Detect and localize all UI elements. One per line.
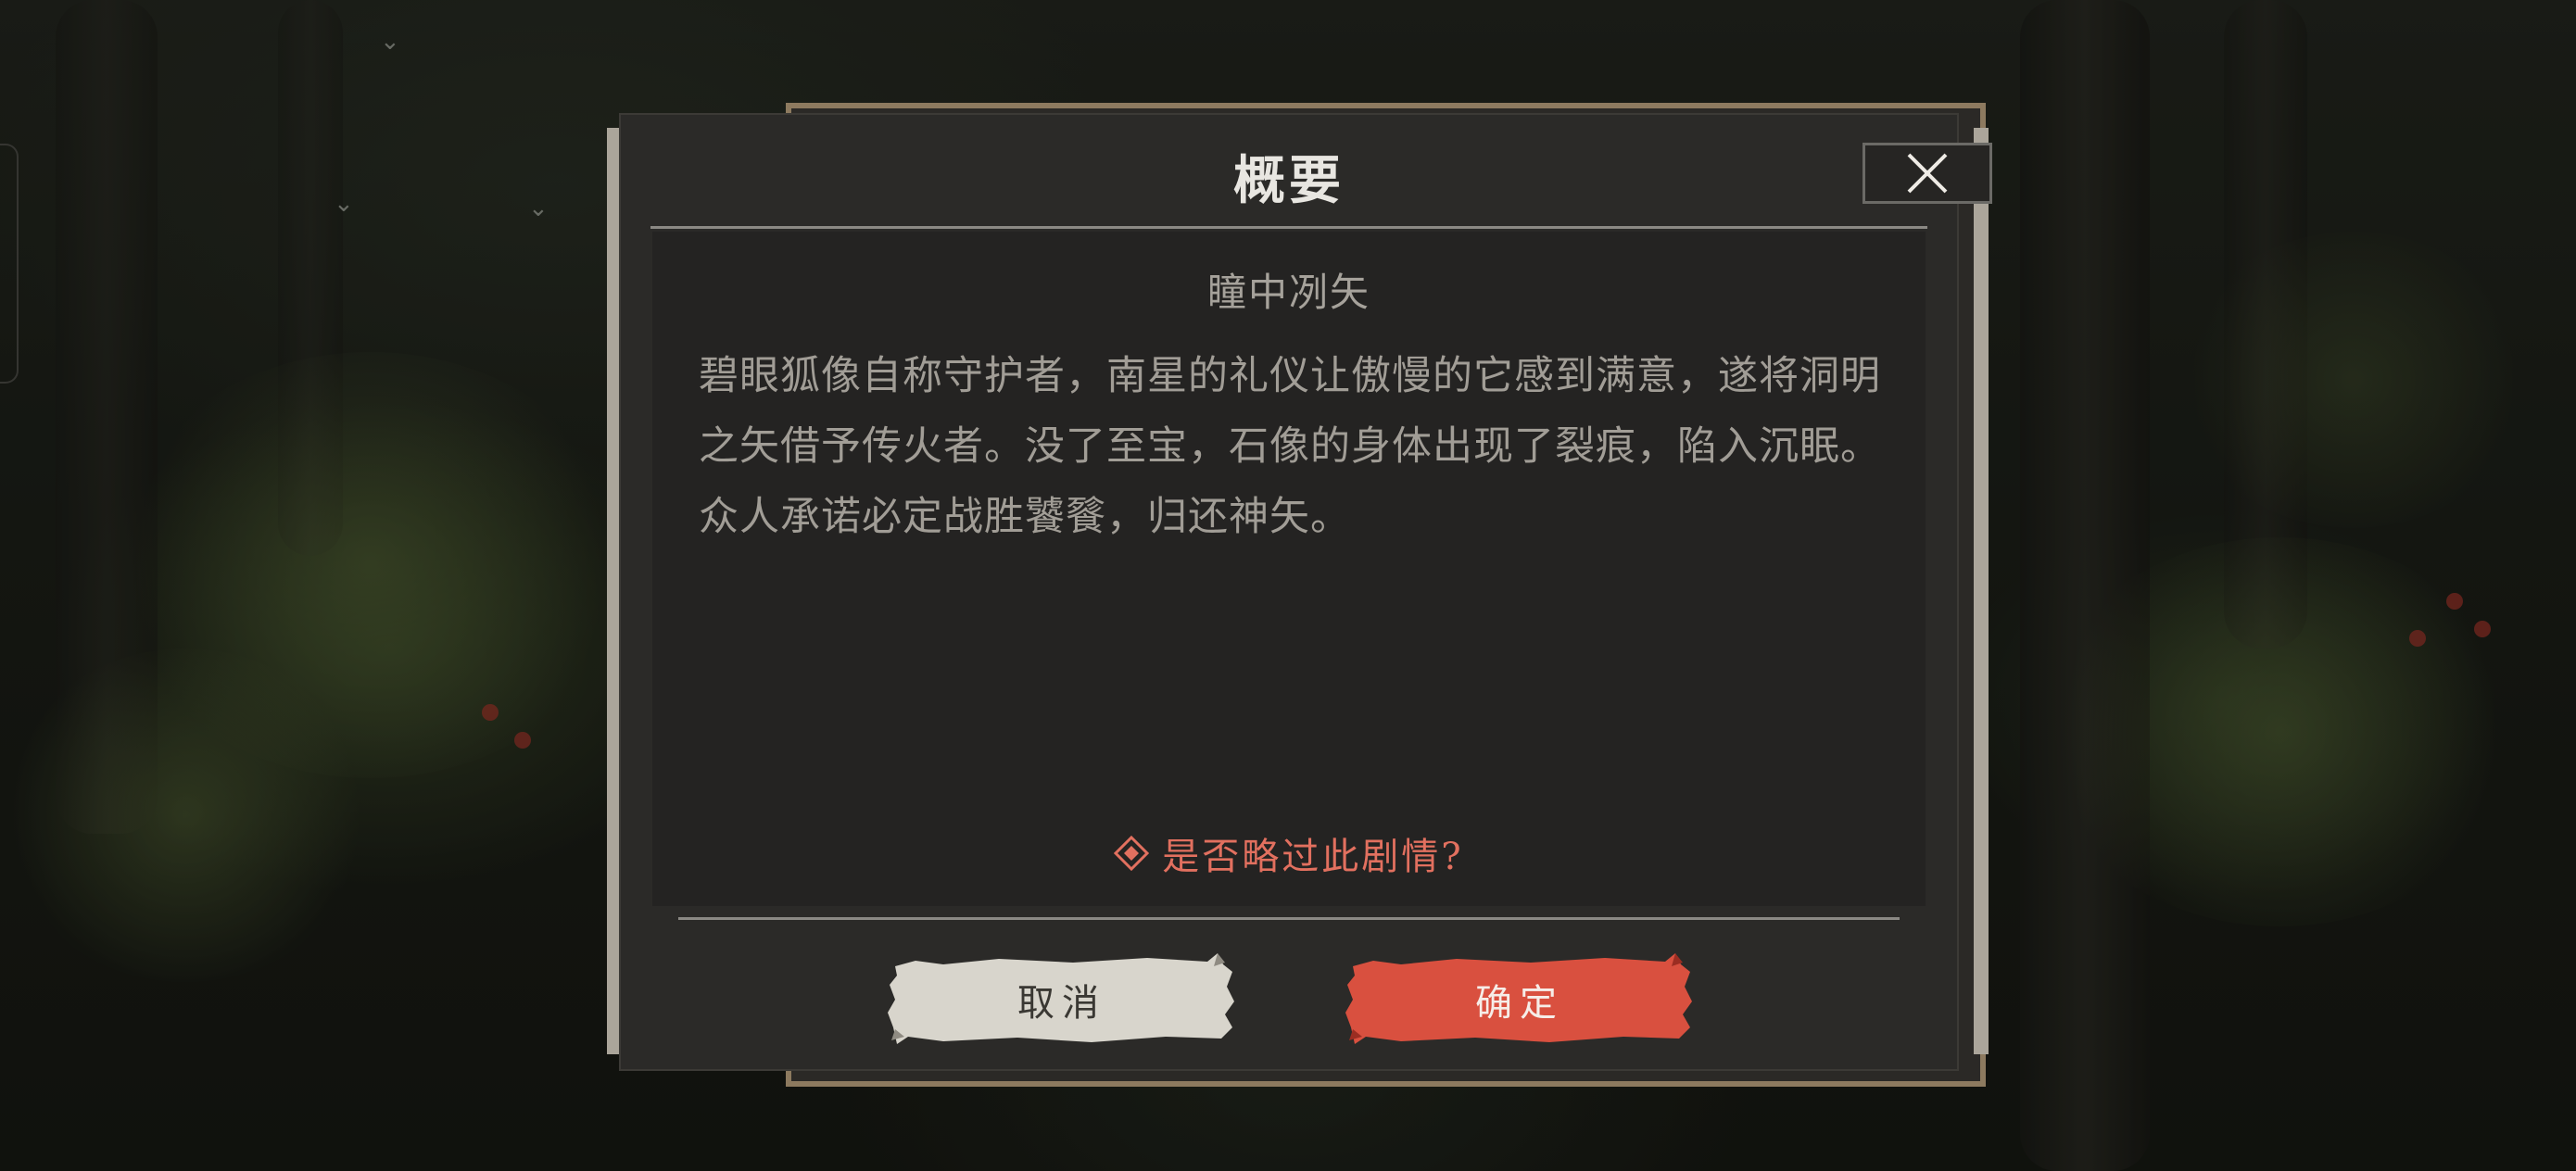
- confirm-button[interactable]: 确定: [1345, 953, 1694, 1044]
- close-button[interactable]: [1863, 143, 1992, 204]
- diamond-icon: [1114, 836, 1150, 871]
- summary-text: 碧眼狐像自称守护者，南星的礼仪让傲慢的它感到满意，遂将洞明之矢借予传火者。没了至…: [699, 353, 1881, 540]
- dialog-side-strip: [1974, 128, 1989, 1054]
- game-screen: ⌄ ⌄ ⌄ 概要 瞳中冽矢 碧眼狐像自称守护者，南星的礼仪让傲慢的它感到满意，遂…: [0, 0, 2576, 1171]
- close-icon: [1907, 153, 1948, 194]
- skip-question-text: 是否略过此剧情?: [1162, 836, 1464, 878]
- divider: [678, 917, 1900, 920]
- summary-box: 瞳中冽矢 碧眼狐像自称守护者，南星的礼仪让傲慢的它感到满意，遂将洞明之矢借予传火…: [652, 232, 1926, 906]
- cancel-button[interactable]: 取消: [888, 953, 1236, 1044]
- dialog-side-strip: [607, 128, 620, 1054]
- dialog-title: 概要: [1233, 150, 1345, 211]
- cancel-label: 取消: [1017, 982, 1106, 1025]
- confirm-label: 确定: [1475, 982, 1564, 1025]
- divider: [650, 226, 1927, 229]
- skip-question: 是否略过此剧情?: [621, 826, 1957, 880]
- chapter-title: 瞳中冽矢: [1206, 270, 1370, 315]
- summary-dialog: 概要 瞳中冽矢 碧眼狐像自称守护者，南星的礼仪让傲慢的它感到满意，遂将洞明之矢借…: [621, 115, 1992, 1069]
